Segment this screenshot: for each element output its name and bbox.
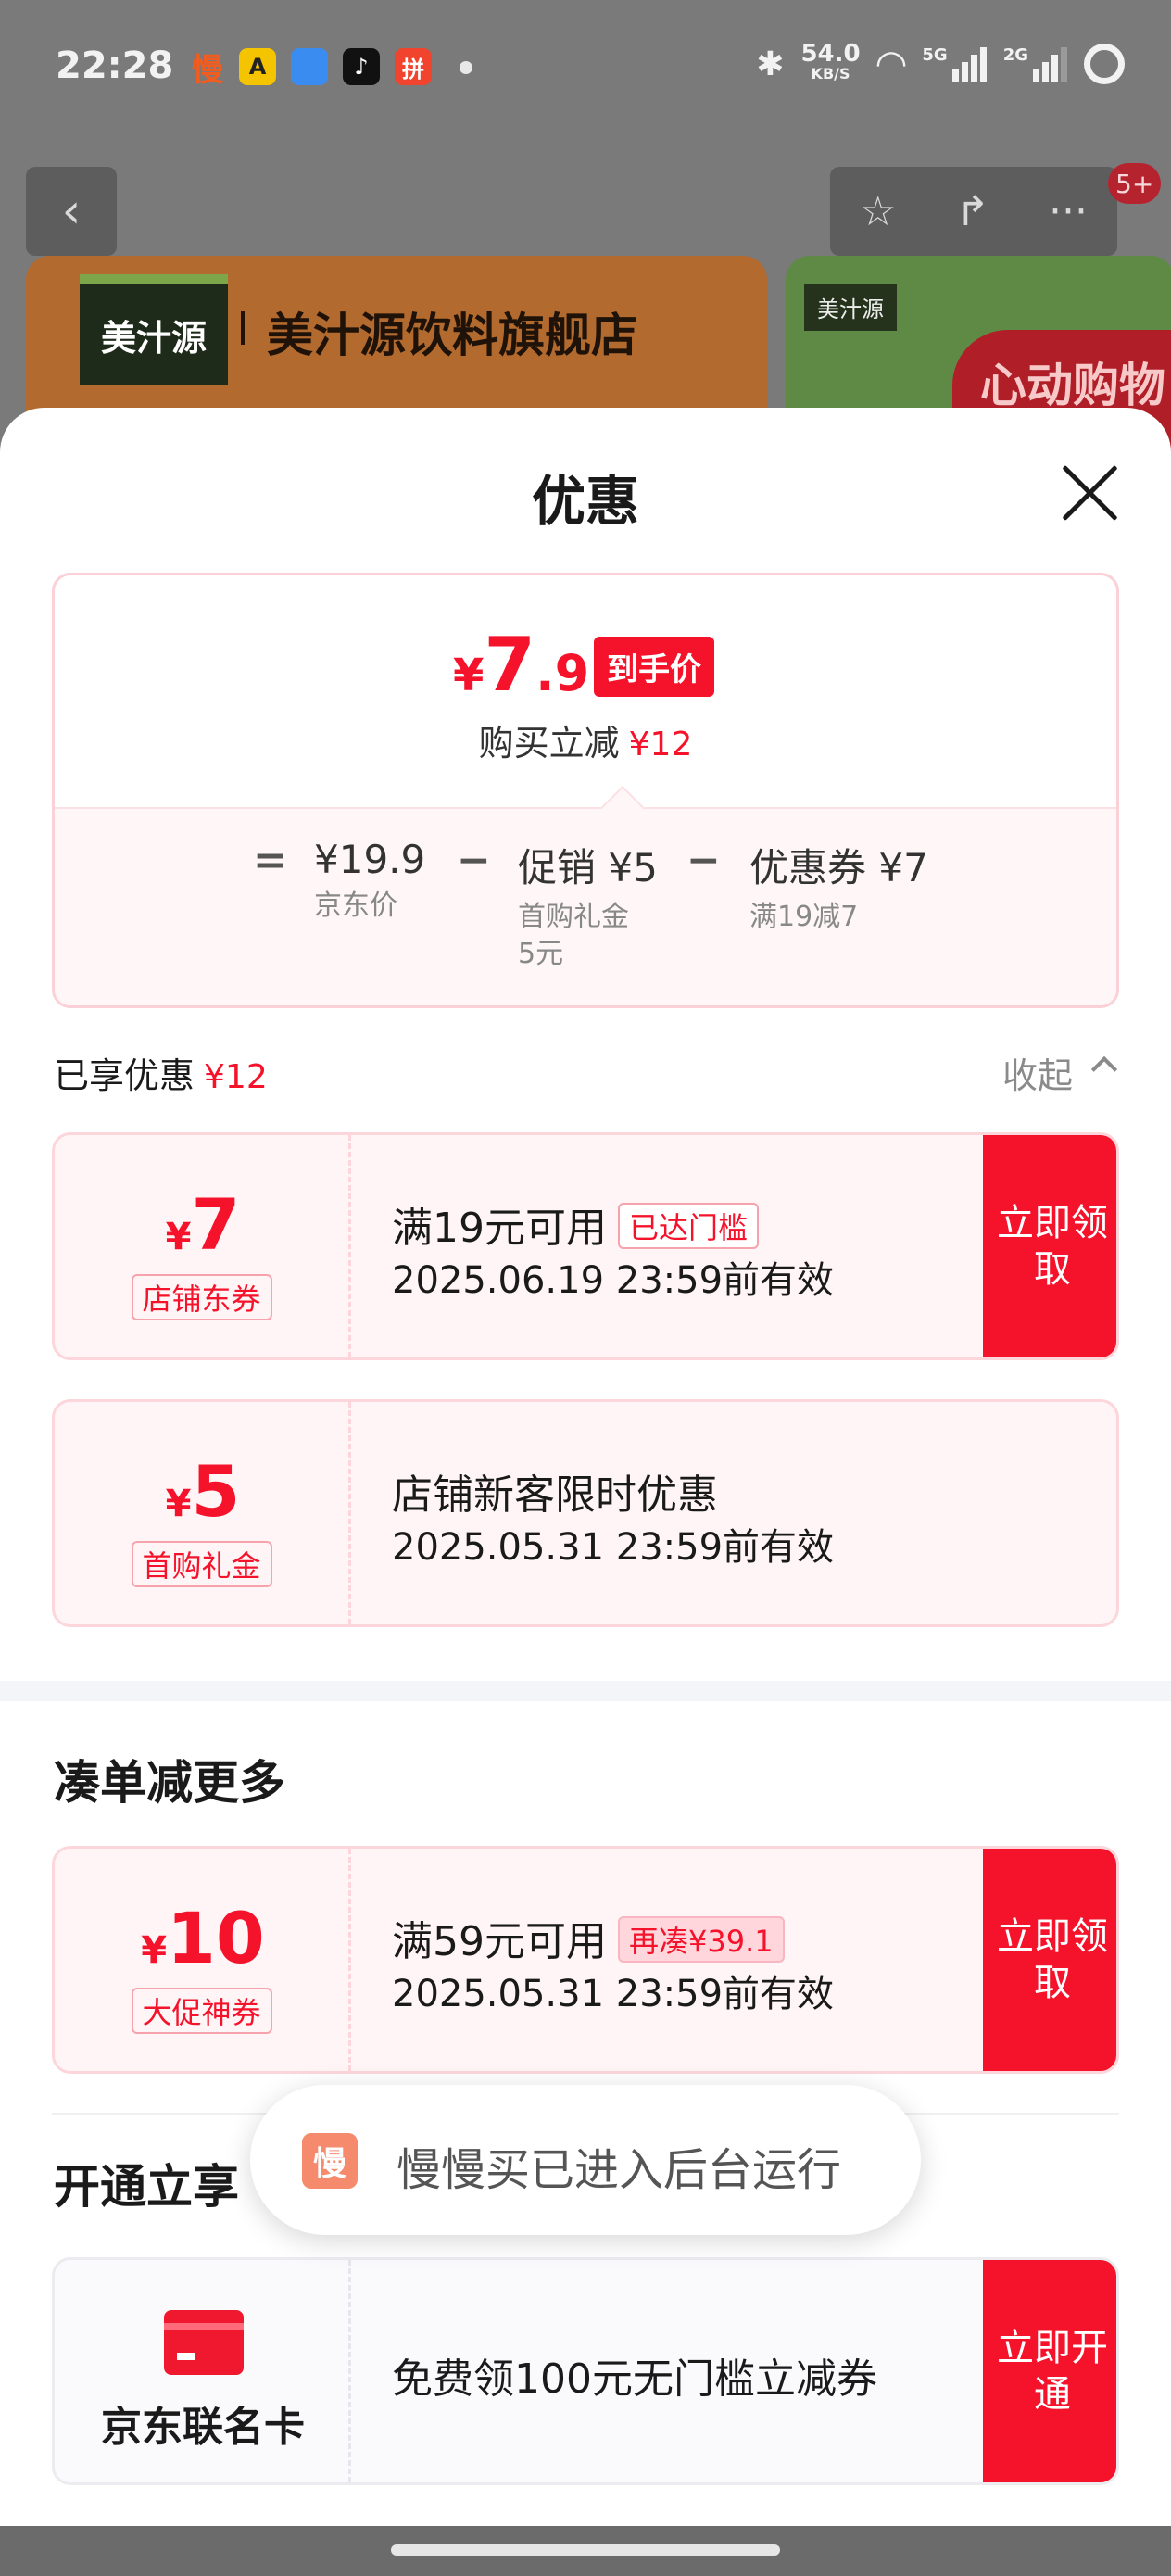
background-toast: 慢 慢慢买已进入后台运行 xyxy=(250,2085,921,2235)
manman-app-icon: 慢 xyxy=(192,51,223,89)
coupon-type-tag: 大促神券 xyxy=(131,1988,272,2034)
coupon-status-tag: 再凑¥39.1 xyxy=(618,1916,785,1963)
navigation-bar xyxy=(0,2526,1171,2576)
chevron-up-icon[interactable] xyxy=(1090,1055,1118,1083)
coupon-expiry: 2025.05.31 23:59前有效 xyxy=(392,1973,835,2015)
nav-actions: ☆ ↱ ··· xyxy=(830,167,1117,256)
coupon-card: ¥5 首购礼金 店铺新客限时优惠 2025.05.31 23:59前有效 xyxy=(52,1399,1119,1627)
coupon-status-tag: 已达门槛 xyxy=(618,1203,760,1249)
final-price-tag: 到手价 xyxy=(594,637,714,697)
coupon-value-area: ¥10 大促神券 xyxy=(55,1849,351,2071)
close-icon[interactable] xyxy=(1056,460,1123,526)
status-indicators: ✱ 54.0 KB/S ◠ 5G 2G xyxy=(756,40,1125,85)
bluetooth-icon: ✱ xyxy=(756,44,785,83)
coupon-amount: ¥7 xyxy=(165,1183,241,1266)
home-indicator[interactable] xyxy=(391,2544,780,2556)
meituan-app-icon: A xyxy=(239,48,276,85)
coupon-condition: 店铺新客限时优惠 xyxy=(392,1471,718,1519)
coupon-condition: 满59元可用 再凑¥39.1 xyxy=(392,1908,785,1967)
card-label: 京东联名卡 xyxy=(101,2404,305,2451)
coupon-expiry: 2025.05.31 23:59前有效 xyxy=(392,1526,835,1569)
more-section-title: 凑单减更多 xyxy=(54,1756,285,1810)
final-price: ¥7.9 xyxy=(453,622,590,708)
promo-logo: 美汁源 xyxy=(804,284,897,331)
price-breakdown: = ¥19.9 京东价 − 促销 ¥5 首购礼金 5元 − 优惠券 ¥7 满19… xyxy=(55,807,1116,1005)
claim-coupon-button[interactable]: 立即领取 xyxy=(983,1135,1116,1357)
pdd-app-icon: 拼 xyxy=(395,48,432,85)
coupon-value-area: ¥7 店铺东券 xyxy=(55,1135,351,1357)
minus-sign: − xyxy=(686,837,721,884)
star-icon[interactable]: ☆ xyxy=(860,188,896,235)
minus-sign: − xyxy=(457,837,491,884)
signal-2g-icon: 2G xyxy=(1003,45,1067,82)
open-section-title: 开通立享 xyxy=(54,2160,239,2214)
price-summary-card: ¥7.9 到手价 购买立减 ¥12 = ¥19.9 京东价 − 促销 ¥5 首购礼… xyxy=(52,573,1119,1008)
cobrand-card-offer: 京东联名卡 免费领100元无门槛立减券 立即开通 xyxy=(52,2257,1119,2485)
back-button[interactable]: ‹ xyxy=(26,167,117,256)
reduce-line: 购买立减 ¥12 xyxy=(478,723,693,764)
share-icon[interactable]: ↱ xyxy=(955,188,989,235)
coupon-value-area: ¥5 首购礼金 xyxy=(55,1402,351,1624)
claim-coupon-button[interactable]: 立即领取 xyxy=(983,1849,1116,2071)
manman-app-icon: 慢 xyxy=(302,2133,358,2189)
store-logo: 美汁源 xyxy=(80,274,228,385)
wifi-icon: ◠ xyxy=(876,43,906,85)
store-name: 美汁源饮料旗舰店 xyxy=(241,298,637,365)
applied-discount-label: 已享优惠 ¥12 xyxy=(54,1055,268,1096)
message-badge: 5+ xyxy=(1108,163,1162,204)
notification-dot-icon xyxy=(460,61,472,74)
toast-text: 慢慢买已进入后台运行 xyxy=(397,2144,842,2196)
card-area: 京东联名卡 xyxy=(55,2260,351,2482)
equals-sign: = xyxy=(253,837,287,884)
coupon-amount: ¥10 xyxy=(141,1897,265,1979)
breakdown-promotion: 促销 ¥5 首购礼金 5元 xyxy=(518,845,658,970)
status-bar: 22:28 慢 A ♪ 拼 ✱ 54.0 KB/S ◠ 5G 2G xyxy=(0,0,1171,139)
more-icon[interactable]: ··· xyxy=(1049,188,1088,235)
tiktok-app-icon: ♪ xyxy=(343,48,380,85)
net-speed: 54.0 KB/S xyxy=(800,40,861,82)
battery-ring-icon xyxy=(1084,44,1125,84)
coupon-type-tag: 首购礼金 xyxy=(131,1541,272,1587)
breakdown-jd-price: ¥19.9 京东价 xyxy=(314,837,426,922)
coupon-type-tag: 店铺东券 xyxy=(131,1274,272,1320)
coupon-amount: ¥5 xyxy=(165,1450,241,1533)
final-price-area: ¥7.9 到手价 购买立减 ¥12 xyxy=(55,575,1116,807)
chevron-left-icon: ‹ xyxy=(61,183,82,239)
sheet-title: 优惠 xyxy=(531,470,639,533)
status-time: 22:28 xyxy=(56,44,174,87)
open-card-button[interactable]: 立即开通 xyxy=(983,2260,1116,2482)
coupon-expiry: 2025.06.19 23:59前有效 xyxy=(392,1259,835,1302)
blue-app-icon xyxy=(291,48,328,85)
signal-5g-icon: 5G xyxy=(922,45,987,82)
breakdown-coupon: 优惠券 ¥7 满19减7 xyxy=(749,845,928,933)
card-offer-text: 免费领100元无门槛立减券 xyxy=(392,2355,877,2403)
coupon-condition: 满19元可用 已达门槛 xyxy=(392,1194,760,1254)
coupon-card: ¥7 店铺东券 满19元可用 已达门槛 2025.06.19 23:59前有效 立… xyxy=(52,1132,1119,1360)
credit-card-icon xyxy=(164,2310,244,2375)
coupon-card: ¥10 大促神券 满59元可用 再凑¥39.1 2025.05.31 23:59前… xyxy=(52,1846,1119,2074)
section-divider xyxy=(0,1681,1171,1701)
collapse-button[interactable]: 收起 xyxy=(1002,1047,1073,1098)
